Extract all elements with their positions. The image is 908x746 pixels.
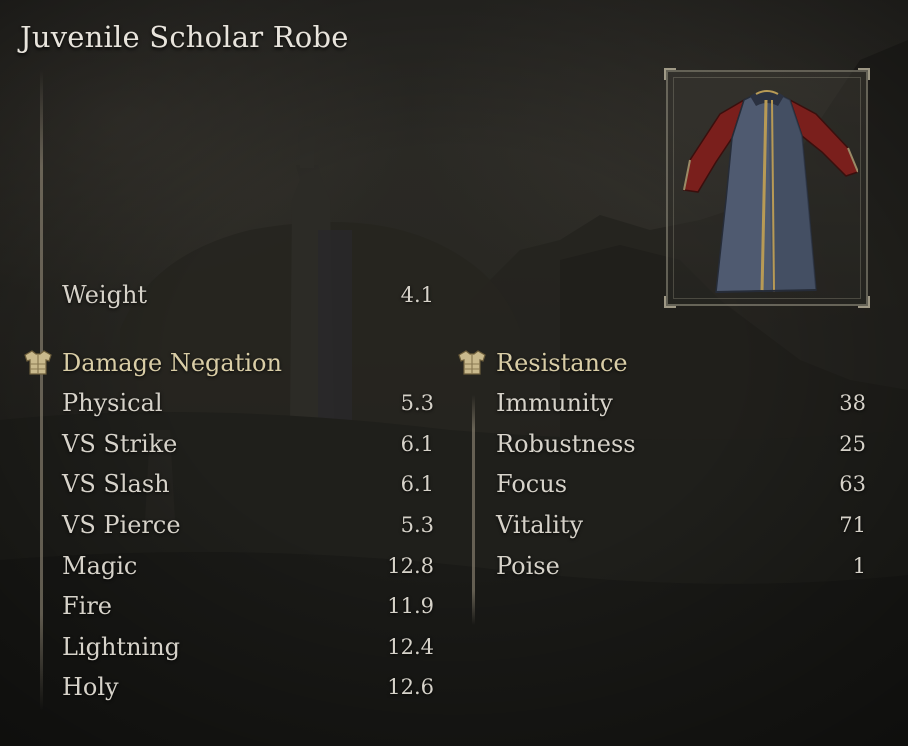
stat-row: VS Pierce 5.3 [62,508,434,542]
stat-row: Fire 11.9 [62,589,434,623]
stat-value: 25 [839,432,866,456]
damage-negation-title: Damage Negation [62,349,282,377]
stat-value: 71 [839,513,866,537]
stat-label: VS Slash [62,470,170,498]
weight-label: Weight [62,281,148,309]
stat-row: Lightning 12.4 [62,630,434,664]
stat-value: 11.9 [387,594,434,618]
stat-row: Physical 5.3 [62,386,434,420]
item-image-frame [664,68,870,308]
weight-value: 4.1 [400,283,434,307]
stat-label: Robustness [496,430,636,458]
stat-row: Robustness 25 [496,427,866,461]
armor-icon [458,350,486,375]
stat-label: VS Pierce [62,511,181,539]
left-divider-line [40,70,43,710]
resistance-title: Resistance [496,349,628,377]
stat-label: Poise [496,552,560,580]
stat-row: VS Slash 6.1 [62,467,434,501]
item-title: Juvenile Scholar Robe [20,20,349,54]
stat-value: 12.6 [387,675,434,699]
stat-label: Physical [62,389,163,417]
stat-label: Lightning [62,633,181,661]
stat-label: Focus [496,470,568,498]
stat-row: Poise 1 [496,549,866,583]
stat-value: 1 [852,554,866,578]
frame-corner [664,296,676,308]
stat-label: Magic [62,552,138,580]
weight-row: Weight 4.1 [62,278,434,312]
armor-icon [24,350,52,375]
stat-label: Vitality [496,511,584,539]
stat-row: Magic 12.8 [62,549,434,583]
item-detail-screen: Juvenile Scholar Robe Weight 4.1 Damage … [0,0,908,746]
stat-row: Focus 63 [496,467,866,501]
stat-row: Vitality 71 [496,508,866,542]
stat-value: 12.8 [387,554,434,578]
stat-value: 63 [839,472,866,496]
stat-value: 12.4 [387,635,434,659]
stat-label: VS Strike [62,430,178,458]
column-divider-line [472,395,475,625]
stat-value: 6.1 [400,432,434,456]
stat-value: 5.3 [400,513,434,537]
stat-value: 5.3 [400,391,434,415]
frame-corner [858,68,870,80]
stat-row: VS Strike 6.1 [62,427,434,461]
stat-row: Immunity 38 [496,386,866,420]
stat-row: Holy 12.6 [62,670,434,704]
stat-value: 6.1 [400,472,434,496]
robe-icon [683,90,858,293]
stat-label: Fire [62,592,113,620]
frame-corner [664,68,676,80]
frame-corner [858,296,870,308]
stat-label: Holy [62,673,119,701]
stat-label: Immunity [496,389,613,417]
stat-value: 38 [839,391,866,415]
